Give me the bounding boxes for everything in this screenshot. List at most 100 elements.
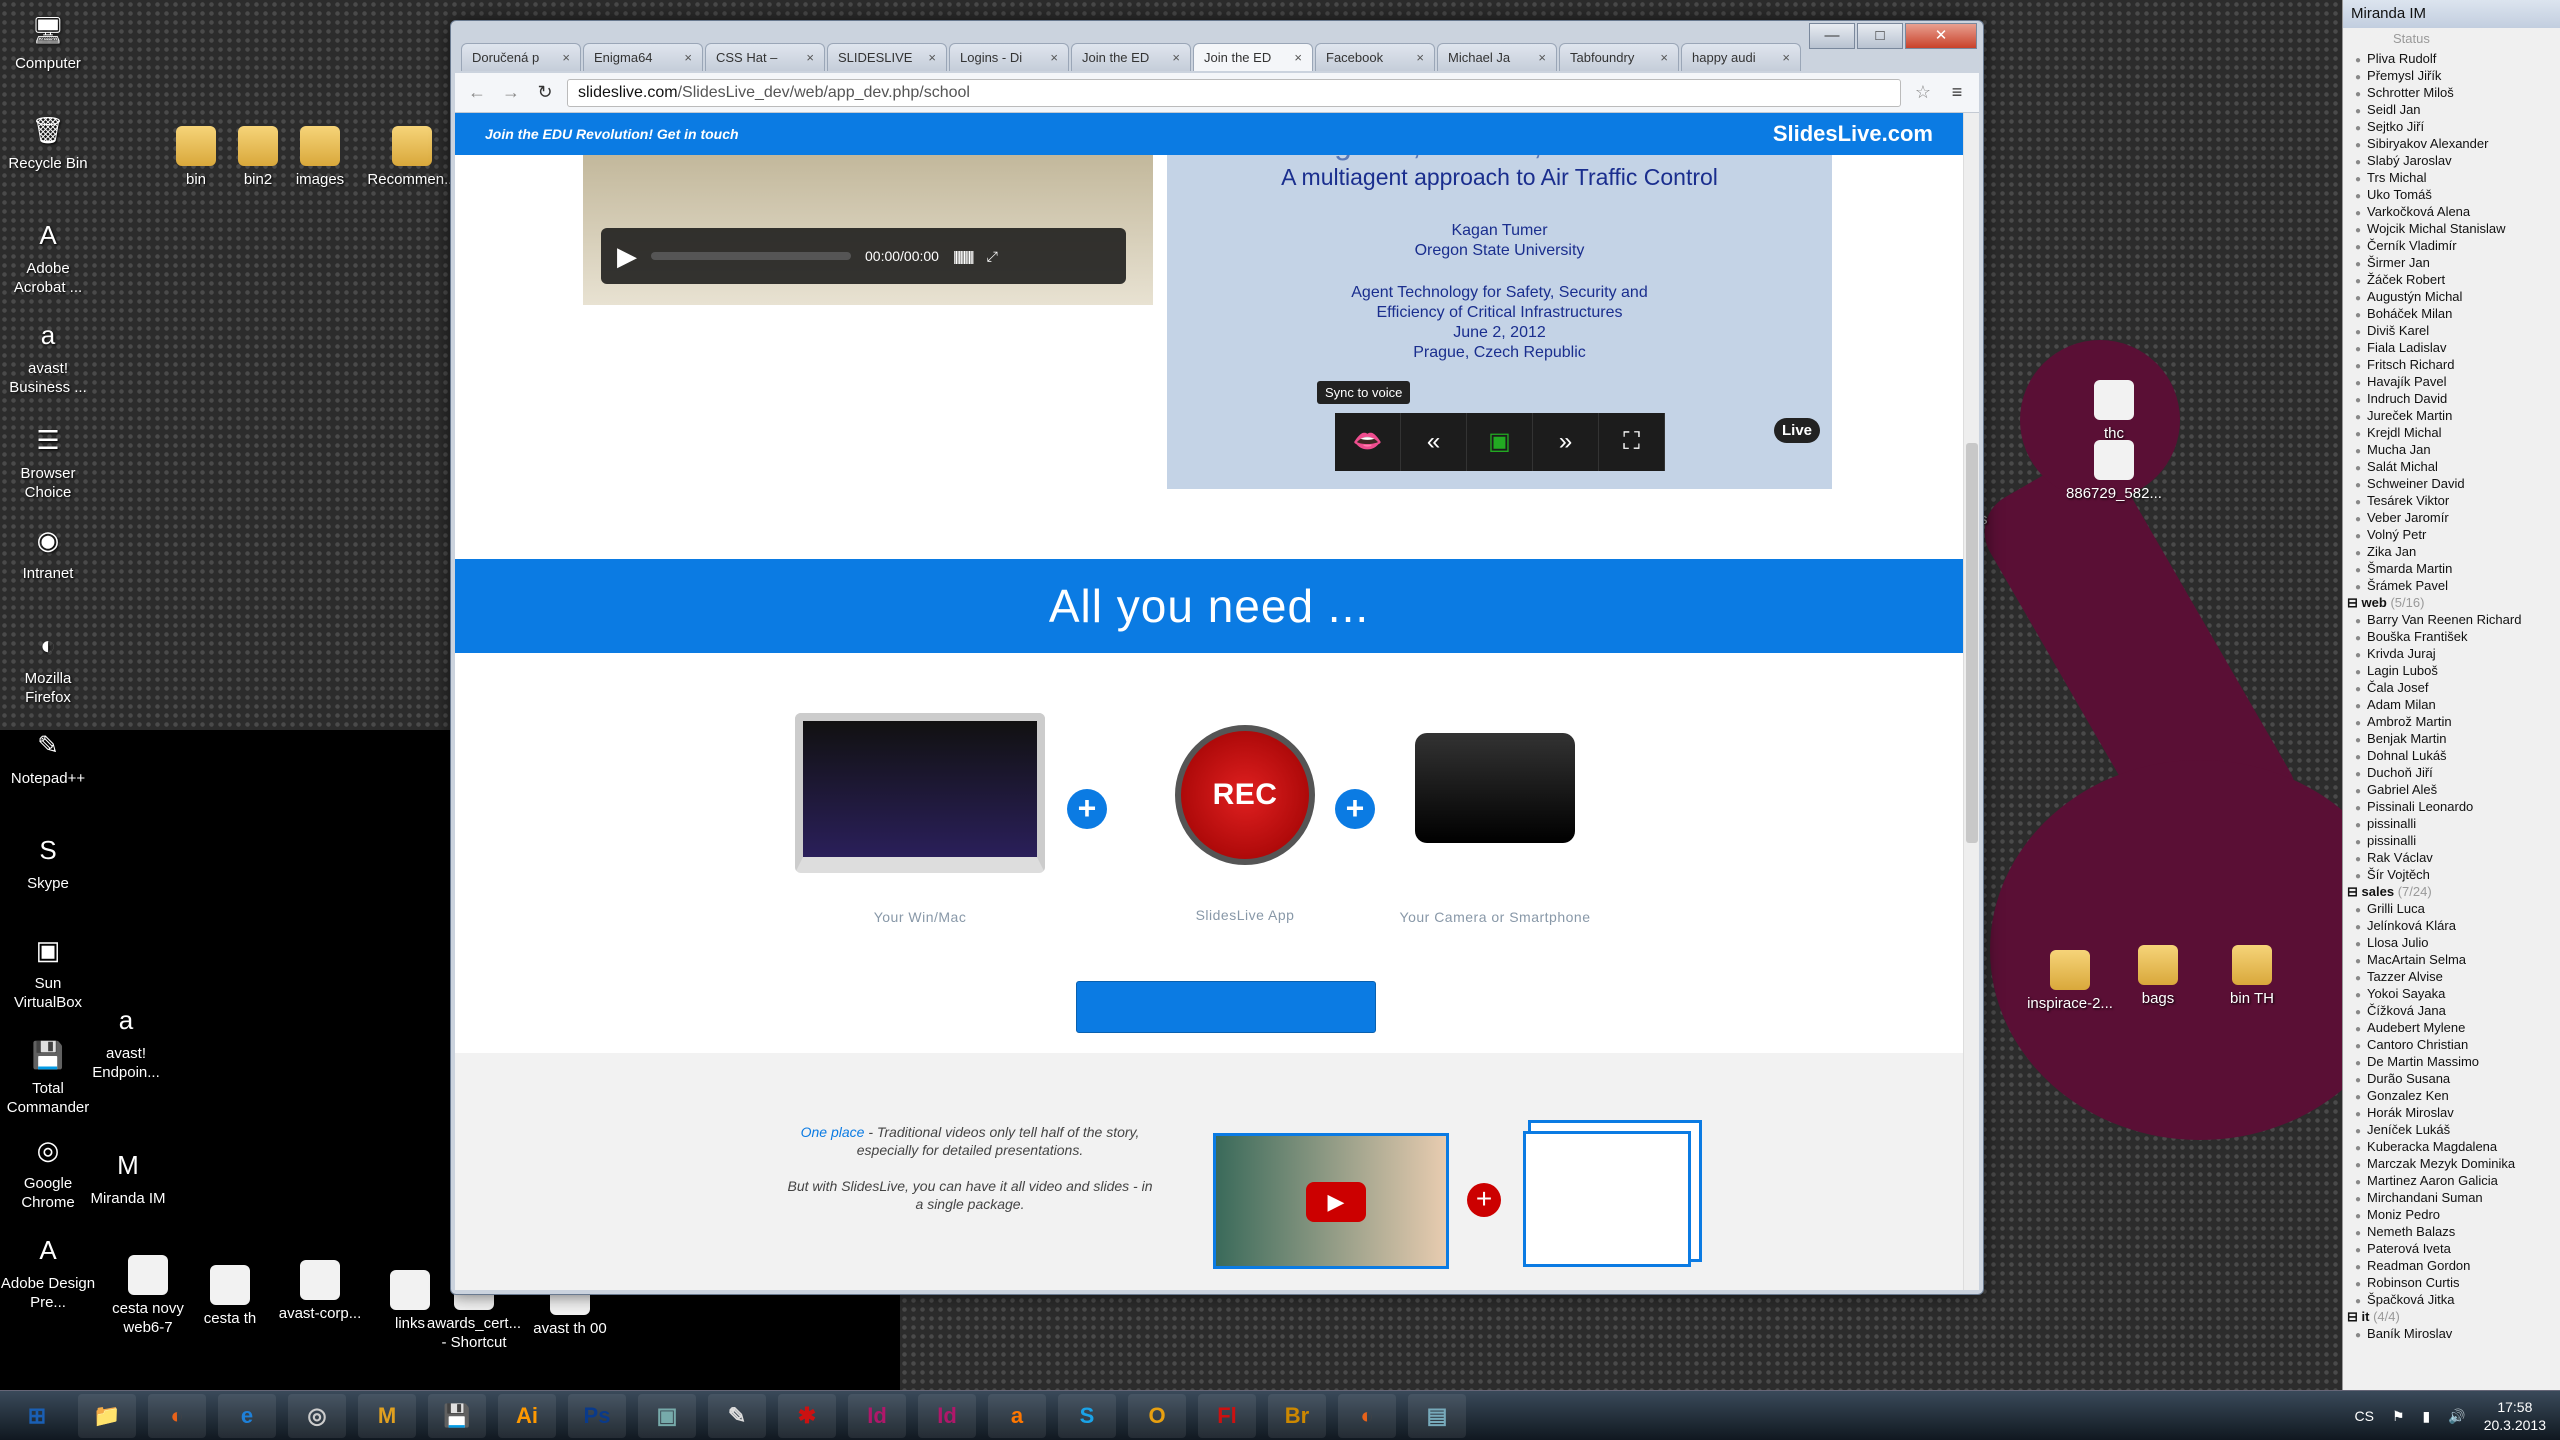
taskbar-app-icon[interactable]: 📁 <box>78 1393 136 1438</box>
contact-item[interactable]: Durão Susana <box>2343 1070 2560 1087</box>
browser-tab[interactable]: Doručená p × <box>461 43 581 71</box>
contact-item[interactable]: Sejtko Jiří <box>2343 118 2560 135</box>
desktop-icon[interactable]: 🗑 Recycle Bin <box>0 110 96 173</box>
contact-item[interactable]: Slabý Jaroslav <box>2343 152 2560 169</box>
contact-item[interactable]: Moniz Pedro <box>2343 1206 2560 1223</box>
menu-icon[interactable]: ≡ <box>1945 82 1969 103</box>
taskbar-app-icon[interactable]: Id <box>848 1393 906 1438</box>
contact-item[interactable]: Žáček Robert <box>2343 271 2560 288</box>
play-icon[interactable]: ▶ <box>617 241 637 272</box>
browser-tab[interactable]: happy audi × <box>1681 43 1801 71</box>
desktop-icon[interactable]: S Skype <box>0 830 96 893</box>
contact-item[interactable]: Kuberacka Magdalena <box>2343 1138 2560 1155</box>
contact-item[interactable]: Gabriel Aleš <box>2343 781 2560 798</box>
browser-tab[interactable]: Logins - Di × <box>949 43 1069 71</box>
contact-item[interactable]: Duchoň Jiří <box>2343 764 2560 781</box>
contact-item[interactable]: Uko Tomáš <box>2343 186 2560 203</box>
contact-item[interactable]: Cantoro Christian <box>2343 1036 2560 1053</box>
contact-item[interactable]: Pliva Rudolf <box>2343 50 2560 67</box>
forward-icon[interactable]: → <box>499 82 523 103</box>
contact-item[interactable]: Trs Michal <box>2343 169 2560 186</box>
contact-item[interactable]: Fritsch Richard <box>2343 356 2560 373</box>
contact-item[interactable]: Salát Michal <box>2343 458 2560 475</box>
contact-item[interactable]: Horák Miroslav <box>2343 1104 2560 1121</box>
contact-item[interactable]: Schweiner David <box>2343 475 2560 492</box>
contact-item[interactable]: Šír Vojtěch <box>2343 866 2560 883</box>
contact-item[interactable]: Tesárek Viktor <box>2343 492 2560 509</box>
contact-item[interactable]: Mirchandani Suman <box>2343 1189 2560 1206</box>
contact-item[interactable]: Seidl Jan <box>2343 101 2560 118</box>
back-icon[interactable]: ← <box>465 82 489 103</box>
contact-item[interactable]: Benjak Martin <box>2343 730 2560 747</box>
desktop-folder[interactable]: images <box>272 126 368 189</box>
contact-item[interactable]: Dohnal Lukáš <box>2343 747 2560 764</box>
browser-window[interactable]: — □ ✕ Doručená p × Enigma64 × CSS Hat – × SLID… <box>450 20 1984 1295</box>
contact-item[interactable]: Fiala Ladislav <box>2343 339 2560 356</box>
taskbar-app-icon[interactable]: ◐ <box>1338 1393 1396 1438</box>
desktop-item[interactable]: 886729_582... <box>2066 440 2162 503</box>
tab-close-icon[interactable]: × <box>806 44 814 71</box>
contact-item[interactable]: Rak Václav <box>2343 849 2560 866</box>
browser-tab[interactable]: Join the ED × <box>1071 43 1191 71</box>
contact-item[interactable]: pissinalli <box>2343 815 2560 832</box>
contact-item[interactable]: Jelínková Klára <box>2343 917 2560 934</box>
contact-item[interactable]: Yokoi Sayaka <box>2343 985 2560 1002</box>
taskbar-app-icon[interactable]: ◎ <box>288 1393 346 1438</box>
contact-item[interactable]: Špačková Jitka <box>2343 1291 2560 1308</box>
desktop-folder[interactable]: Recommen... <box>364 126 460 189</box>
contact-item[interactable]: Zika Jan <box>2343 543 2560 560</box>
close-button[interactable]: ✕ <box>1905 23 1977 49</box>
group-it[interactable]: ⊟ it (4/4) <box>2343 1308 2560 1325</box>
tab-close-icon[interactable]: × <box>1416 44 1424 71</box>
taskbar-app-icon[interactable]: ✱ <box>778 1393 836 1438</box>
cta-button[interactable] <box>1076 981 1376 1033</box>
desktop-icon[interactable]: A Adobe Design Pre... <box>0 1230 96 1312</box>
contact-item[interactable]: Audebert Mylene <box>2343 1019 2560 1036</box>
contact-item[interactable]: Černík Vladimír <box>2343 237 2560 254</box>
desktop-icon[interactable]: 🖥 Computer <box>0 10 96 73</box>
contact-item[interactable]: Readman Gordon <box>2343 1257 2560 1274</box>
desktop-icon[interactable]: ◉ Intranet <box>0 520 96 583</box>
desktop-icon[interactable]: A Adobe Acrobat ... <box>0 215 96 297</box>
contact-item[interactable]: Barry Van Reenen Richard <box>2343 611 2560 628</box>
taskbar-app-icon[interactable]: ▤ <box>1408 1393 1466 1438</box>
tab-close-icon[interactable]: × <box>1050 44 1058 71</box>
taskbar-app-icon[interactable]: ◐ <box>148 1393 206 1438</box>
site-logo[interactable]: SlidesLive.com <box>1773 121 1933 147</box>
tab-close-icon[interactable]: × <box>1782 44 1790 71</box>
contact-item[interactable]: Robinson Curtis <box>2343 1274 2560 1291</box>
contact-item[interactable]: Lagin Luboš <box>2343 662 2560 679</box>
desktop-icon[interactable]: ☰ Browser Choice <box>0 420 96 502</box>
tab-close-icon[interactable]: × <box>562 44 570 71</box>
taskbar-app-icon[interactable]: Br <box>1268 1393 1326 1438</box>
taskbar-app-icon[interactable]: Ai <box>498 1393 556 1438</box>
contact-item[interactable]: Přemysl Jiřík <box>2343 67 2560 84</box>
contact-item[interactable]: Paterová Iveta <box>2343 1240 2560 1257</box>
desktop-item[interactable]: thc <box>2066 380 2162 443</box>
contact-item[interactable]: MacArtain Selma <box>2343 951 2560 968</box>
desktop-file[interactable]: avast-corp... <box>272 1260 368 1323</box>
contact-item[interactable]: Adam Milan <box>2343 696 2560 713</box>
language-indicator[interactable]: CS <box>2355 1408 2374 1424</box>
browser-tab[interactable]: CSS Hat – × <box>705 43 825 71</box>
taskbar-app-icon[interactable]: Ps <box>568 1393 626 1438</box>
video-progress-bar[interactable] <box>651 252 851 260</box>
taskbar-app-icon[interactable]: ▣ <box>638 1393 696 1438</box>
contact-item[interactable]: Baník Miroslav <box>2343 1325 2560 1342</box>
contact-item[interactable]: Širmer Jan <box>2343 254 2560 271</box>
contact-item[interactable]: Jeníček Lukáš <box>2343 1121 2560 1138</box>
taskbar-app-icon[interactable]: e <box>218 1393 276 1438</box>
contact-item[interactable]: Pissinali Leonardo <box>2343 798 2560 815</box>
taskbar-app-icon[interactable]: 💾 <box>428 1393 486 1438</box>
contact-item[interactable]: Havajík Pavel <box>2343 373 2560 390</box>
tab-close-icon[interactable]: × <box>1172 44 1180 71</box>
volume-icon[interactable]: |||||||||||| <box>953 248 975 264</box>
contact-item[interactable]: Šrámek Pavel <box>2343 577 2560 594</box>
group-web[interactable]: ⊟ web (5/16) <box>2343 594 2560 611</box>
browser-tab[interactable]: Facebook × <box>1315 43 1435 71</box>
previous-slide-icon[interactable]: « <box>1401 413 1467 471</box>
contact-item[interactable]: Nemeth Balazs <box>2343 1223 2560 1240</box>
next-slide-icon[interactable]: » <box>1533 413 1599 471</box>
flag-icon[interactable]: ⚑ <box>2392 1408 2405 1425</box>
contact-item[interactable]: Jureček Martin <box>2343 407 2560 424</box>
